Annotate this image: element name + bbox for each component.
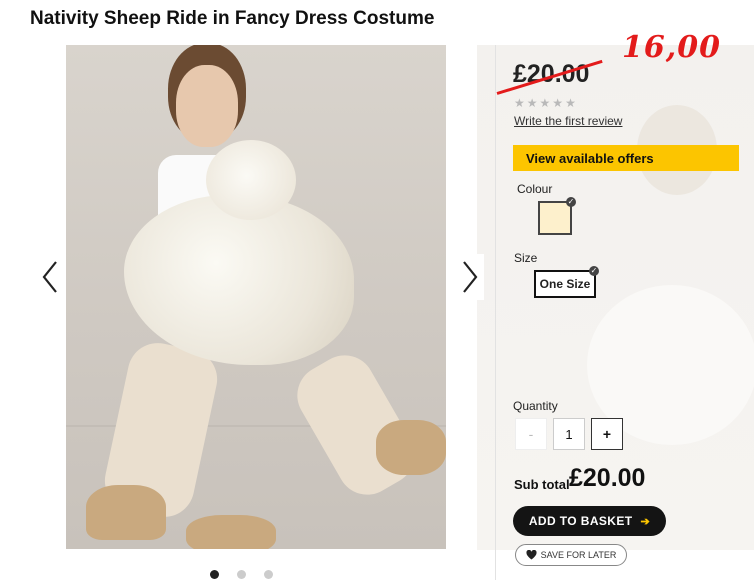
star-icon: ★ <box>565 96 576 110</box>
quantity-input[interactable]: 1 <box>553 418 585 450</box>
star-icon: ★ <box>514 96 525 110</box>
arrow-right-icon: ➔ <box>640 515 651 528</box>
heart-icon <box>526 550 537 560</box>
chevron-right-icon <box>463 261 478 293</box>
view-offers-button[interactable]: View available offers <box>513 145 739 171</box>
previous-image-button[interactable] <box>36 254 64 300</box>
add-to-basket-button[interactable]: ADD TO BASKET ➔ <box>513 506 666 536</box>
size-option[interactable]: One Size <box>534 270 596 298</box>
quantity-increase-button[interactable]: + <box>591 418 623 450</box>
annotated-price: 16,00 <box>622 30 721 65</box>
star-icon: ★ <box>526 96 538 110</box>
subtotal-value: £20.00 <box>569 464 646 492</box>
panel-divider <box>495 45 496 580</box>
carousel-dot[interactable] <box>237 570 246 579</box>
hoof <box>86 485 166 540</box>
carousel-dot[interactable] <box>210 570 219 579</box>
carousel-dot[interactable] <box>264 570 273 579</box>
product-title: Nativity Sheep Ride in Fancy Dress Costu… <box>30 8 435 29</box>
quantity-label: Quantity <box>513 399 558 413</box>
colour-swatch[interactable] <box>538 201 572 235</box>
star-icon: ★ <box>552 96 564 110</box>
selected-check-icon: ✓ <box>566 197 576 207</box>
hoof <box>186 515 276 549</box>
chevron-left-icon <box>42 261 57 293</box>
write-review-link[interactable]: Write the first review <box>514 114 622 128</box>
carousel-dots <box>210 570 273 579</box>
child-head <box>176 65 238 147</box>
subtotal-label: Sub total <box>514 477 570 492</box>
quantity-decrease-button[interactable]: - <box>515 418 547 450</box>
sheep-head <box>206 140 296 220</box>
star-icon: ★ <box>539 96 551 110</box>
hoof <box>376 420 446 475</box>
size-label: Size <box>514 251 538 265</box>
selected-check-icon: ✓ <box>589 266 599 276</box>
sheep-fleece <box>124 195 354 365</box>
add-to-basket-label: ADD TO BASKET <box>528 514 633 528</box>
product-image[interactable] <box>66 45 446 549</box>
colour-label: Colour <box>517 182 553 196</box>
rating-stars: ★ ★ ★ ★ ★ <box>514 96 576 110</box>
save-for-later-label: SAVE FOR LATER <box>540 550 617 560</box>
save-for-later-button[interactable]: SAVE FOR LATER <box>515 544 627 566</box>
next-image-button[interactable] <box>456 254 484 300</box>
